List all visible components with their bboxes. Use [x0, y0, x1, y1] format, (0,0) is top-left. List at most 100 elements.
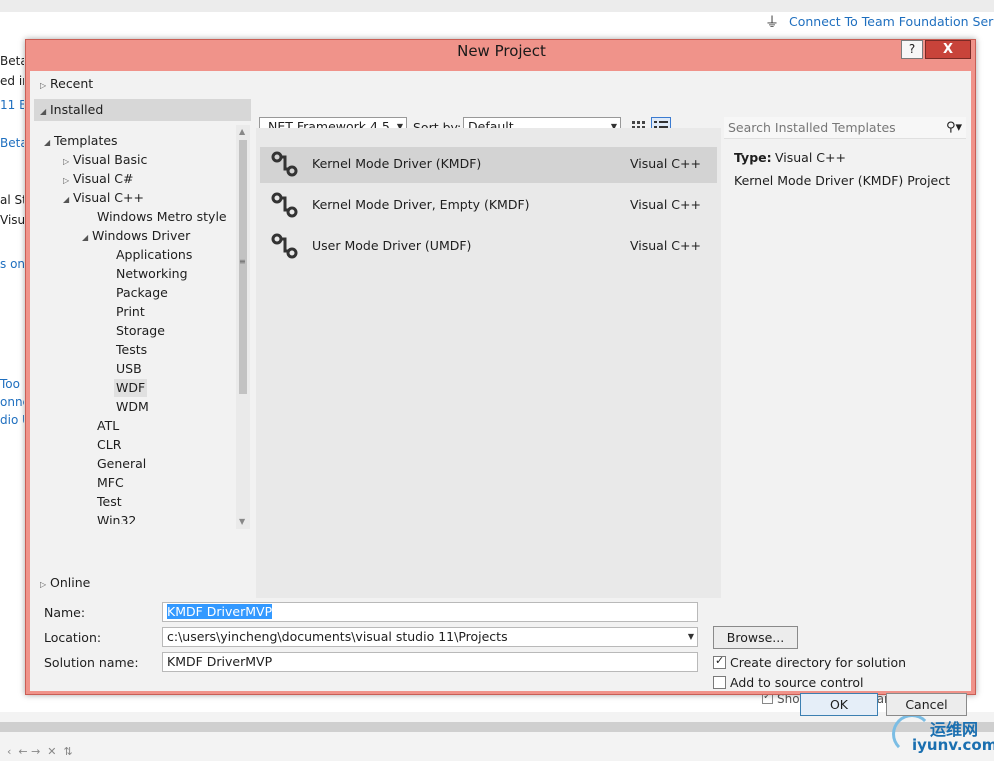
type-label: Type: [734, 150, 772, 165]
type-value: Visual C++ [775, 150, 846, 165]
tree-item-visual-basic[interactable]: ▷ Visual Basic [63, 151, 147, 169]
tree-label: Visual Basic [73, 152, 148, 167]
tree-item-wdf[interactable]: WDF [114, 379, 148, 397]
connect-tfs-link[interactable]: Connect To Team Foundation Server [789, 14, 994, 29]
tree-label: Visual C# [73, 171, 134, 186]
watermark-en: iyunv.com [912, 736, 994, 754]
tree-item-general[interactable]: General [97, 455, 146, 473]
ide-bottom-toolbar: ‹ ← → ✕ ⇅ [0, 745, 73, 758]
tree-label: Windows Metro style [97, 209, 227, 224]
location-field[interactable]: c:\users\yincheng\documents\visual studi… [162, 627, 698, 647]
collapsed-arrow-icon: ▷ [63, 157, 70, 166]
ok-button[interactable]: OK [800, 693, 878, 716]
ide-top-strip [0, 0, 994, 12]
tree-item-templates[interactable]: ◢ Templates [44, 132, 118, 150]
template-item-kmdf[interactable]: Kernel Mode Driver (KMDF) Visual C++ [260, 147, 717, 183]
tree-item-online[interactable]: ▷ Online [40, 574, 90, 592]
tree-item-atl[interactable]: ATL [97, 417, 119, 435]
tree-label: Visual C++ [73, 190, 144, 205]
template-item-kmdf-empty[interactable]: Kernel Mode Driver, Empty (KMDF) Visual … [260, 188, 717, 224]
solution-name-label: Solution name: [44, 655, 139, 670]
bg-link[interactable]: onne [0, 395, 24, 409]
template-language: Visual C++ [630, 156, 701, 171]
template-language: Visual C++ [630, 197, 701, 212]
tree-item-windows-driver[interactable]: ◢ Windows Driver [82, 227, 190, 245]
collapsed-arrow-icon: ▷ [40, 81, 47, 90]
plug-icon: ⏚ [765, 15, 779, 31]
tree-label: Print [116, 304, 145, 319]
tree-item-visual-cpp[interactable]: ◢ Visual C++ [63, 189, 144, 207]
tree-item-applications[interactable]: Applications [116, 246, 192, 264]
checkbox-icon [713, 676, 726, 689]
scroll-down-icon[interactable]: ▼ [239, 517, 245, 526]
tree-label: Networking [116, 266, 188, 281]
bg-link[interactable]: s on [0, 257, 24, 271]
tree-item-windows-metro[interactable]: Windows Metro style [97, 208, 227, 226]
tree-item-recent[interactable]: ▷ Recent [40, 75, 93, 93]
tree-label: Online [50, 575, 91, 590]
tree-label: CLR [97, 437, 122, 452]
tree-label: USB [116, 361, 142, 376]
bg-link[interactable]: Beta [0, 136, 24, 150]
tree-item-package[interactable]: Package [116, 284, 168, 302]
location-value: c:\users\yincheng\documents\visual studi… [167, 629, 508, 644]
tree-label: Windows Driver [92, 228, 191, 243]
close-icon: X [942, 42, 954, 57]
tree-label: Applications [116, 247, 193, 262]
new-project-dialog: New Project ? X ▷ Recent ◢ Installed ◢ Temp… [25, 39, 976, 716]
tree-item-tests[interactable]: Tests [116, 341, 147, 359]
tree-label: Test [97, 494, 122, 509]
help-button[interactable]: ? [901, 40, 923, 59]
tree-label: WDF [116, 380, 146, 395]
tree-label: Package [116, 285, 168, 300]
tree-item-win32[interactable]: Win32 [97, 512, 136, 524]
bg-link[interactable]: 11 B [0, 98, 24, 112]
tree-item-test[interactable]: Test [97, 493, 122, 511]
tree-label: MFC [97, 475, 124, 490]
tree-item-print[interactable]: Print [116, 303, 145, 321]
tree-item-mfc[interactable]: MFC [97, 474, 124, 492]
tree-item-wdm[interactable]: WDM [116, 398, 149, 416]
checkbox-checked-icon [713, 654, 726, 669]
tree-label: Installed [50, 102, 104, 117]
cancel-button[interactable]: Cancel [886, 693, 967, 716]
name-label: Name: [44, 605, 86, 620]
tree-item-visual-csharp[interactable]: ▷ Visual C# [63, 170, 134, 188]
close-button[interactable]: X [925, 40, 971, 59]
tree-label: Win32 [97, 513, 137, 524]
expanded-arrow-icon: ◢ [63, 195, 70, 204]
location-label: Location: [44, 630, 102, 645]
search-icon[interactable]: ⚲▾ [946, 117, 962, 139]
dialog-body: ▷ Recent ◢ Installed ◢ Templates ▷ Visual Ba… [30, 71, 971, 716]
tree-label: Storage [116, 323, 165, 338]
scroll-thumb[interactable] [239, 140, 247, 394]
template-list: Kernel Mode Driver (KMDF) Visual C++ Ker… [256, 128, 721, 598]
template-item-umdf[interactable]: User Mode Driver (UMDF) Visual C++ [260, 229, 717, 265]
solution-name-field[interactable]: KMDF DriverMVP [162, 652, 698, 672]
search-templates-input[interactable]: Search Installed Templates ⚲▾ [724, 117, 966, 139]
solution-value: KMDF DriverMVP [167, 654, 273, 669]
tree-item-usb[interactable]: USB [116, 360, 142, 378]
collapsed-arrow-icon: ▷ [63, 176, 70, 185]
chevron-down-icon: ▼ [687, 632, 694, 641]
name-field[interactable]: KMDF DriverMVP [162, 602, 698, 622]
tree-item-networking[interactable]: Networking [116, 265, 188, 283]
tree-item-clr[interactable]: CLR [97, 436, 121, 454]
scroll-up-icon[interactable]: ▲ [239, 127, 245, 136]
dialog-title: New Project [457, 42, 546, 60]
browse-button[interactable]: Browse... [713, 626, 798, 649]
bg-text: ed in [0, 74, 24, 88]
add-source-control-checkbox[interactable]: Add to source control [713, 675, 864, 690]
create-directory-checkbox[interactable]: Create directory for solution [713, 654, 906, 670]
tree-label: General [97, 456, 147, 471]
bg-link[interactable]: Too [0, 377, 20, 391]
template-name: User Mode Driver (UMDF) [312, 238, 472, 253]
tree-label: Tests [116, 342, 148, 357]
tree-label: ATL [97, 418, 120, 433]
ide-bottom-strip [0, 722, 994, 732]
bg-link[interactable]: dio U [0, 413, 24, 427]
tree-scrollbar[interactable]: ▲ ≡ ▼ [236, 125, 250, 529]
tree-item-storage[interactable]: Storage [116, 322, 165, 340]
tree-item-installed[interactable]: ◢ Installed [40, 101, 103, 119]
watermark-logo: 运维网 iyunv.com [888, 712, 994, 761]
